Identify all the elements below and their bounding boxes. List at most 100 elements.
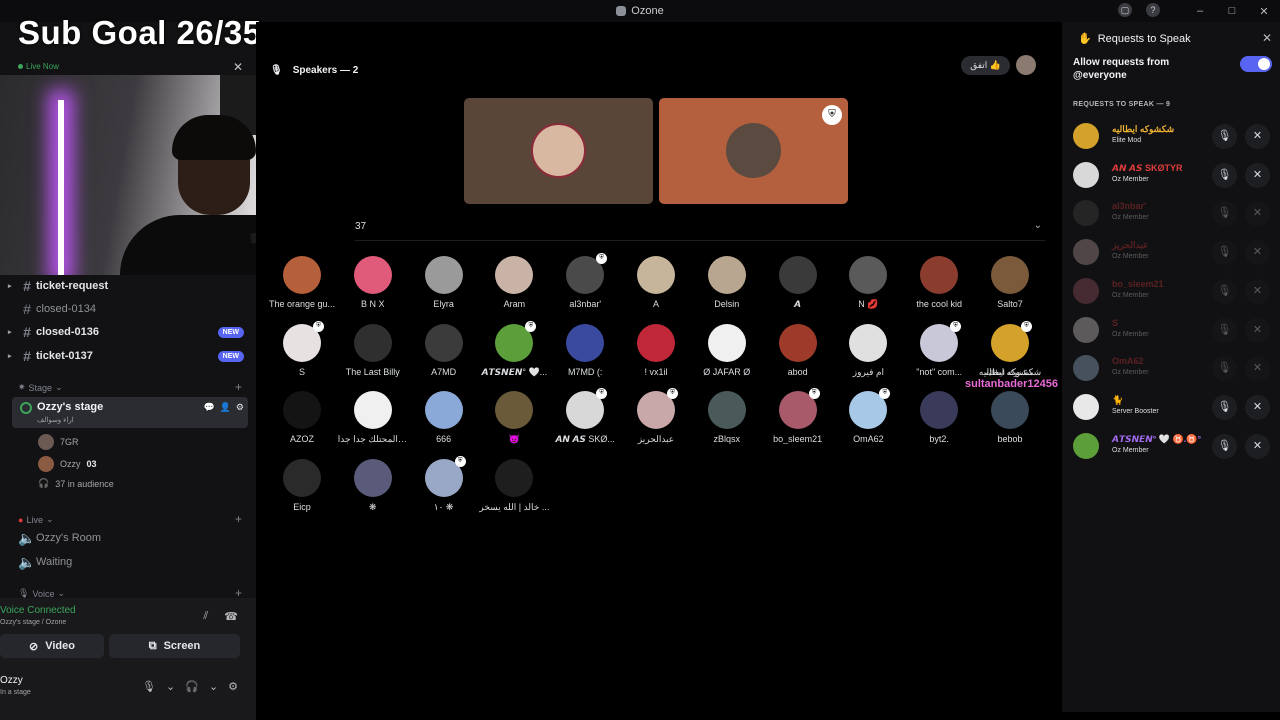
audience-member[interactable]: 666 (409, 391, 479, 444)
invite-to-speak-icon[interactable]: 🎙 (1212, 317, 1237, 343)
dismiss-icon[interactable]: ✕ (1245, 162, 1270, 188)
disconnect-icon[interactable]: ☎ (224, 610, 238, 623)
invite-to-speak-icon[interactable]: 🎙 (1212, 124, 1237, 149)
channel-ticket-0137[interactable]: ▸ # ticket-0137 NEW (8, 346, 248, 366)
add-channel-icon[interactable]: + (235, 512, 242, 526)
screen-share-button[interactable]: ⧉ Screen (109, 634, 240, 658)
stage-channel-selected[interactable]: Ozzy's stage اراء وسوالف 💬 👤 ⚙ (12, 397, 248, 428)
audience-member[interactable]: Aram (479, 256, 549, 309)
audience-member[interactable]: Ø JAFAR Ø (692, 323, 762, 377)
channel-ticket-request[interactable]: ▸ # ticket-request (8, 276, 248, 296)
invite-to-speak-icon[interactable]: 🎙 (1212, 162, 1237, 188)
category-stage[interactable]: ✷ Stage ⌄ (18, 382, 63, 393)
request-item[interactable]: 𝘼𝙏𝙎𝙉𝙀𝙉° 🤍 ♉.♉° Oz Member 🎙 ✕ (1062, 428, 1280, 466)
add-channel-icon[interactable]: + (235, 380, 242, 394)
audience-member[interactable]: ! vx1il (621, 323, 691, 377)
reaction-pill[interactable]: اتفق 👍 (961, 55, 1010, 75)
audience-member[interactable]: ⛨ ١٠ ❋ (409, 455, 479, 513)
audience-member[interactable]: ⛨ S (267, 320, 337, 377)
gear-icon[interactable]: ⚙ (228, 680, 238, 693)
audience-member[interactable]: byt2. (904, 391, 974, 444)
chevron-down-icon[interactable]: ⌄ (166, 680, 175, 693)
chevron-down-icon[interactable]: ⌄ (1034, 220, 1042, 231)
audience-member[interactable]: The Last Billy (338, 323, 408, 377)
dismiss-icon[interactable]: ✕ (1245, 124, 1270, 149)
audience-member[interactable]: Elyra (409, 256, 479, 309)
inbox-icon[interactable]: ▢ (1118, 3, 1132, 17)
dismiss-icon[interactable]: ✕ (1245, 356, 1270, 382)
invite-to-speak-icon[interactable]: 🎙 (1212, 240, 1237, 266)
request-item[interactable]: S Oz Member 🎙 ✕ (1062, 312, 1280, 350)
chevron-down-icon[interactable]: ⌄ (209, 680, 218, 693)
audience-member[interactable]: abod (763, 323, 833, 377)
help-icon[interactable]: ? (1146, 3, 1160, 17)
video-button[interactable]: ⊘ Video (0, 634, 104, 658)
audience-member[interactable]: ⛨ عبدالحريز (621, 388, 691, 445)
audience-member[interactable]: B N X (338, 256, 408, 309)
audience-member[interactable]: zBlqsx (692, 391, 762, 444)
audience-member[interactable]: AZOZ (267, 391, 337, 444)
allow-requests-toggle[interactable] (1240, 56, 1272, 72)
audience-member[interactable]: ام فيروز (833, 323, 903, 378)
stage-member[interactable]: 7GR (38, 434, 79, 450)
audience-member[interactable]: ون المحتلك جدا جدا (338, 391, 408, 445)
category-live[interactable]: ● Live ⌄ (18, 514, 54, 525)
voice-channel-ozzys-room[interactable]: 🔈 Ozzy's Room (8, 528, 248, 548)
dismiss-icon[interactable]: ✕ (1245, 317, 1270, 343)
audience-member[interactable]: N 💋 (833, 256, 903, 310)
audience-member[interactable]: 👿 (479, 391, 549, 445)
audience-member[interactable]: the cool kid (904, 256, 974, 309)
dismiss-icon[interactable]: ✕ (1245, 394, 1270, 420)
mic-icon[interactable]: 🎙 (142, 680, 156, 693)
chat-icon[interactable]: 💬 (203, 402, 214, 413)
noise-suppression-icon[interactable]: ⫽ (203, 610, 208, 623)
audience-member[interactable]: ⛨ 𝘼𝙏𝙎𝙉𝙀𝙉° 🤍... (479, 320, 549, 378)
speaker-tile[interactable] (464, 98, 653, 204)
request-item[interactable]: شكشوكه ايطاليه Elite Mod 🎙 ✕ (1062, 118, 1280, 156)
close-icon[interactable]: ✕ (1262, 31, 1272, 45)
audience-member[interactable]: ❋ (338, 458, 408, 513)
dismiss-icon[interactable]: ✕ (1245, 278, 1270, 304)
channel-closed-0134[interactable]: # closed-0134 (8, 299, 248, 319)
audience-member[interactable]: Delsin (692, 256, 762, 309)
gear-icon[interactable]: ⚙ (236, 402, 244, 413)
request-item[interactable]: al3nbar' Oz Member 🎙 ✕ (1062, 195, 1280, 233)
dismiss-icon[interactable]: ✕ (1245, 433, 1270, 459)
request-item[interactable]: 🐈 Server Booster 🎙 ✕ (1062, 389, 1280, 427)
voice-channel-waiting[interactable]: 🔈 Waiting (8, 552, 248, 572)
invite-to-speak-icon[interactable]: 🎙 (1212, 356, 1237, 382)
audience-count-row[interactable]: 🎧 37 in audience (38, 478, 114, 489)
audience-member[interactable]: خالد | الله يسخر ... (479, 458, 549, 513)
voice-connected-sub[interactable]: Ozzy's stage / Ozone (0, 619, 66, 626)
audience-member[interactable]: ⛨ al3nbar' (550, 253, 620, 309)
request-item[interactable]: OmA62 Oz Member 🎙 ✕ (1062, 350, 1280, 388)
invite-to-speak-icon[interactable]: 🎙 (1212, 201, 1237, 227)
request-item[interactable]: bo_sleem21 Oz Member 🎙 ✕ (1062, 273, 1280, 311)
audience-member[interactable]: M7MD (: (550, 323, 620, 377)
audience-member[interactable]: A7MD (409, 323, 479, 377)
audience-member[interactable]: ⛨ "not" com... (904, 320, 974, 377)
minimize-button[interactable]: – (1184, 5, 1216, 17)
user-name[interactable]: Ozzy (0, 675, 23, 686)
dismiss-icon[interactable]: ✕ (1245, 201, 1270, 227)
stage-member[interactable]: Ozzy 03 (38, 456, 97, 472)
audience-member[interactable]: Eicp (267, 458, 337, 512)
invite-to-speak-icon[interactable]: 🎙 (1212, 394, 1237, 420)
audience-member[interactable]: bebob (975, 391, 1045, 444)
speaker-tile[interactable]: ⛨ (659, 98, 848, 204)
audience-member[interactable]: Salto7 (975, 256, 1045, 309)
headphones-icon[interactable]: 🎧 (185, 680, 199, 693)
dismiss-icon[interactable]: ✕ (1245, 240, 1270, 266)
audience-member[interactable]: ⛨ bo_sleem21 (763, 388, 833, 444)
channel-closed-0136[interactable]: ▸ # closed-0136 NEW (8, 322, 248, 342)
audience-member[interactable]: ⛨ OmA62 (833, 388, 903, 444)
invite-icon[interactable]: 👤 (220, 402, 231, 413)
invite-to-speak-icon[interactable]: 🎙 (1212, 433, 1237, 459)
request-item[interactable]: 𝘼𝙉 𝘼𝙎 SKØTYR Oz Member 🎙 ✕ (1062, 157, 1280, 195)
audience-member[interactable]: 𝘼 (763, 256, 833, 310)
request-item[interactable]: عبدالحريز Oz Member 🎙 ✕ (1062, 234, 1280, 272)
close-window-button[interactable]: ✕ (1248, 5, 1280, 18)
close-icon[interactable]: ✕ (233, 60, 243, 74)
audience-member[interactable]: A (621, 256, 691, 309)
audience-member[interactable]: ⛨ 𝘼𝙉 𝘼𝙎 SKØ... (550, 388, 620, 445)
